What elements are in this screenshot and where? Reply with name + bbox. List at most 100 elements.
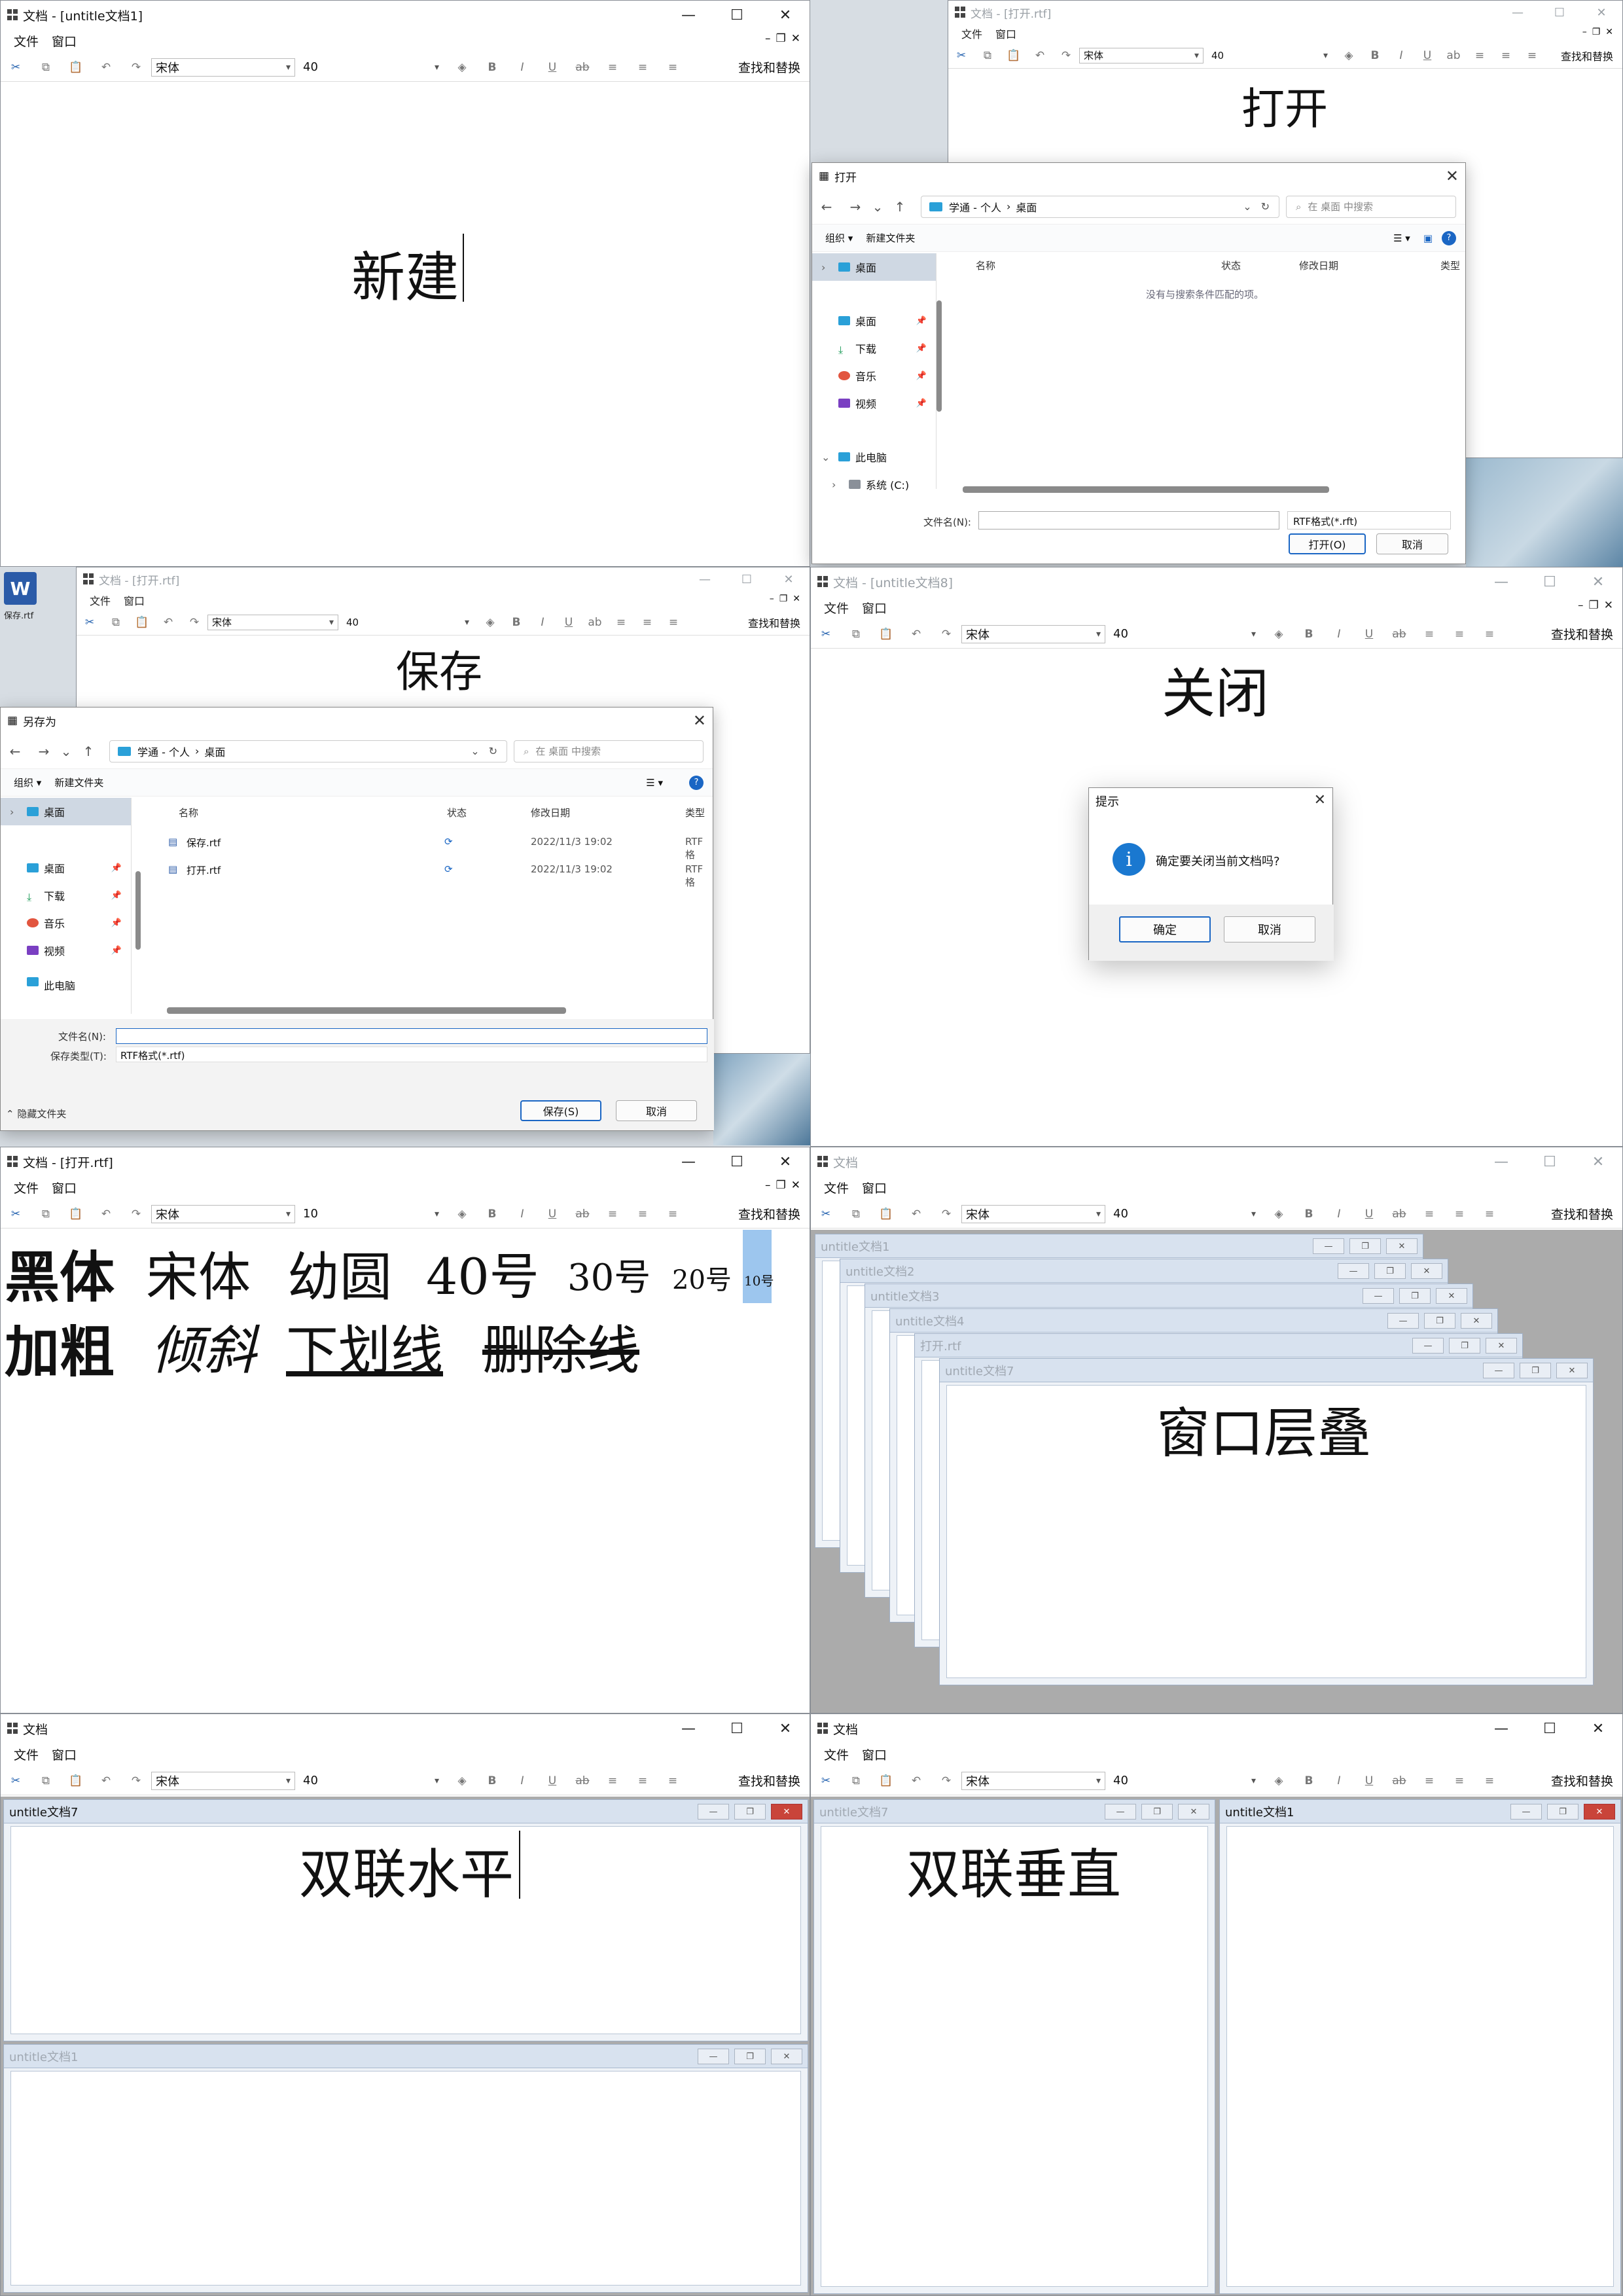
find-replace-button[interactable]: 查找和替换 bbox=[738, 58, 800, 76]
color-icon[interactable]: ◈ bbox=[1264, 1208, 1294, 1221]
column-name[interactable]: 名称 bbox=[976, 259, 995, 272]
italic-icon[interactable]: I bbox=[529, 616, 556, 629]
align-right-icon[interactable]: ≡ bbox=[1474, 1208, 1505, 1221]
menu-file[interactable]: 文件 bbox=[824, 1179, 849, 1196]
file-type-select[interactable]: RTF格式(*.rft) bbox=[1287, 511, 1451, 529]
copy-icon[interactable]: ⧉ bbox=[31, 1208, 61, 1221]
size-select[interactable]: 40 bbox=[299, 1771, 443, 1790]
address-bar[interactable]: 学通 - 个人 › 桌面 ⌄ ↻ bbox=[109, 740, 507, 762]
undo-icon[interactable]: ↶ bbox=[155, 616, 181, 629]
strike-icon[interactable]: ab bbox=[567, 1208, 597, 1221]
mdi-controls[interactable]: –❐✕ bbox=[770, 594, 806, 604]
minimize-button[interactable]: — bbox=[1477, 1714, 1525, 1743]
undo-icon[interactable]: ↶ bbox=[91, 61, 121, 74]
minimize-button[interactable]: — bbox=[664, 1, 713, 29]
strike-icon[interactable]: ab bbox=[567, 61, 597, 74]
preview-pane-icon[interactable]: ▣ bbox=[1423, 232, 1433, 244]
maximize-button[interactable]: ☐ bbox=[713, 1714, 761, 1743]
color-icon[interactable]: ◈ bbox=[1336, 49, 1362, 62]
back-icon[interactable]: ← bbox=[1, 744, 29, 759]
mdi-controls[interactable]: –❐✕ bbox=[1578, 599, 1618, 612]
minimize-button[interactable]: — bbox=[664, 1714, 713, 1743]
undo-icon[interactable]: ↶ bbox=[901, 1208, 931, 1221]
color-icon[interactable]: ◈ bbox=[447, 1774, 477, 1787]
size-select[interactable]: 40 bbox=[1109, 624, 1260, 643]
align-center-icon[interactable]: ≡ bbox=[1444, 1208, 1474, 1221]
vertical-scrollbar[interactable] bbox=[135, 871, 141, 950]
column-status[interactable]: 状态 bbox=[1221, 259, 1241, 272]
bold-icon[interactable]: B bbox=[1294, 628, 1324, 641]
maximize-button[interactable]: ☐ bbox=[1525, 1714, 1574, 1743]
menu-file[interactable]: 文件 bbox=[961, 26, 982, 41]
chevron-down-icon[interactable]: ⌄ bbox=[1243, 200, 1251, 213]
close-icon[interactable]: ✕ bbox=[771, 1804, 802, 1820]
table-row[interactable]: ▤ 保存.rtf ⟳ 2022/11/3 19:02 RTF 格 bbox=[164, 829, 714, 861]
horizontal-scrollbar[interactable] bbox=[167, 1007, 566, 1014]
size-select[interactable]: 40 bbox=[1109, 1204, 1260, 1223]
menu-window[interactable]: 窗口 bbox=[52, 32, 77, 50]
restore-icon[interactable]: ❐ bbox=[1141, 1804, 1173, 1820]
font-select[interactable]: 宋体 bbox=[961, 624, 1105, 643]
size-select[interactable]: 10 bbox=[299, 1204, 443, 1223]
chevron-down-icon[interactable]: ⌄ bbox=[471, 745, 479, 757]
align-left-icon[interactable]: ≡ bbox=[608, 616, 634, 629]
refresh-icon[interactable]: ↻ bbox=[489, 745, 497, 757]
align-right-icon[interactable]: ≡ bbox=[658, 1208, 688, 1221]
maximize-button[interactable]: ☐ bbox=[726, 567, 768, 591]
close-icon[interactable]: ✕ bbox=[1461, 1313, 1492, 1329]
back-icon[interactable]: ← bbox=[812, 199, 841, 215]
color-icon[interactable]: ◈ bbox=[447, 1208, 477, 1221]
minimize-icon[interactable]: — bbox=[1387, 1313, 1419, 1329]
align-center-icon[interactable]: ≡ bbox=[628, 1774, 658, 1787]
restore-icon[interactable]: ❐ bbox=[1374, 1263, 1406, 1279]
align-right-icon[interactable]: ≡ bbox=[658, 1774, 688, 1787]
undo-icon[interactable]: ↶ bbox=[901, 628, 931, 641]
up-icon[interactable]: ↑ bbox=[74, 744, 103, 759]
breadcrumb-desktop[interactable]: 桌面 bbox=[1016, 199, 1037, 215]
column-date[interactable]: 修改日期 bbox=[531, 806, 570, 819]
close-icon[interactable]: ✕ bbox=[771, 2049, 802, 2064]
undo-icon[interactable]: ↶ bbox=[1027, 49, 1053, 62]
organize-button[interactable]: 组织 ▾ bbox=[825, 231, 853, 245]
italic-icon[interactable]: I bbox=[1388, 49, 1414, 62]
minimize-icon[interactable]: — bbox=[1363, 1288, 1394, 1304]
find-replace-button[interactable]: 查找和替换 bbox=[1551, 1772, 1613, 1789]
find-replace-button[interactable]: 查找和替换 bbox=[738, 1205, 800, 1223]
undo-icon[interactable]: ↶ bbox=[901, 1774, 931, 1787]
menu-window[interactable]: 窗口 bbox=[995, 26, 1016, 41]
save-button[interactable]: 保存(S) bbox=[520, 1100, 601, 1121]
bold-icon[interactable]: B bbox=[1294, 1774, 1324, 1787]
organize-button[interactable]: 组织 ▾ bbox=[14, 776, 41, 789]
breadcrumb-user[interactable]: 学通 - 个人 bbox=[137, 744, 190, 759]
nav-item-drive-c[interactable]: › 系统 (C:) bbox=[812, 471, 936, 498]
refresh-icon[interactable]: ↻ bbox=[1261, 200, 1270, 213]
size-select[interactable]: 40 bbox=[342, 613, 473, 632]
restore-icon[interactable]: ❐ bbox=[1449, 1338, 1480, 1354]
minimize-icon[interactable]: — bbox=[1510, 1804, 1542, 1820]
nav-item-music[interactable]: 音乐 📌 bbox=[812, 362, 936, 389]
paste-icon[interactable]: 📋 bbox=[61, 61, 91, 74]
strike-icon[interactable]: ab bbox=[567, 1774, 597, 1787]
font-select[interactable]: 宋体 bbox=[151, 1771, 295, 1790]
nav-item-music[interactable]: 音乐 📌 bbox=[1, 909, 131, 937]
minimize-button[interactable]: — bbox=[1497, 1, 1539, 24]
minimize-icon[interactable]: — bbox=[698, 1804, 729, 1820]
strike-icon[interactable]: ab bbox=[1440, 49, 1467, 62]
cut-icon[interactable]: ✂ bbox=[1, 1774, 31, 1787]
close-icon[interactable]: ✕ bbox=[1314, 792, 1326, 808]
find-replace-button[interactable]: 查找和替换 bbox=[1561, 48, 1613, 63]
address-bar[interactable]: 学通 - 个人 › 桌面 ⌄ ↻ bbox=[921, 195, 1279, 218]
size-select[interactable]: 40 bbox=[1207, 46, 1332, 65]
paste-icon[interactable]: 📋 bbox=[61, 1208, 91, 1221]
find-replace-button[interactable]: 查找和替换 bbox=[1551, 625, 1613, 643]
find-replace-button[interactable]: 查找和替换 bbox=[738, 1772, 800, 1789]
redo-icon[interactable]: ↷ bbox=[181, 616, 207, 629]
underline-icon[interactable]: U bbox=[537, 61, 567, 74]
close-button[interactable]: ✕ bbox=[761, 1714, 810, 1743]
table-row[interactable]: ▤ 打开.rtf ⟳ 2022/11/3 19:02 RTF 格 bbox=[164, 857, 714, 888]
copy-icon[interactable]: ⧉ bbox=[841, 1208, 871, 1221]
size-select[interactable]: 40 bbox=[1109, 1771, 1260, 1790]
filename-input[interactable] bbox=[116, 1028, 707, 1044]
align-center-icon[interactable]: ≡ bbox=[628, 1208, 658, 1221]
view-icon[interactable]: ☰ ▾ bbox=[646, 777, 663, 789]
